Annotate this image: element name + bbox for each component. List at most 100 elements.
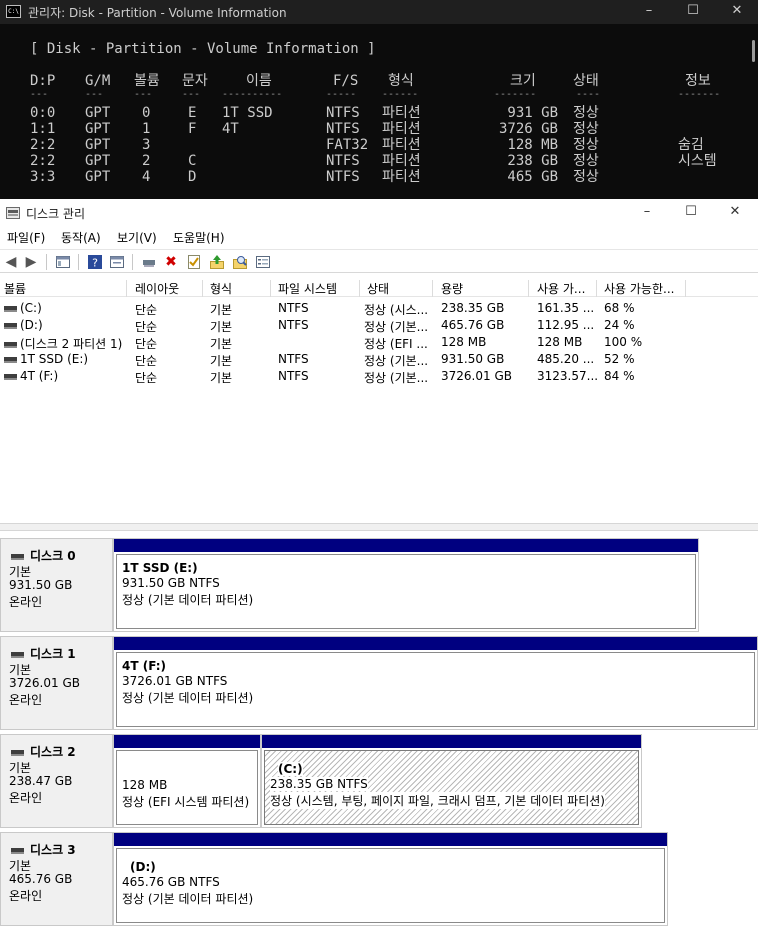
row-gm: GPT xyxy=(85,105,111,121)
disk-state: 온라인 xyxy=(9,889,43,903)
disk-0-info[interactable]: 디스크 0 기본 931.50 GB 온라인 xyxy=(0,538,113,632)
row-fs: NTFS xyxy=(326,169,360,185)
col-header-letter: 문자 xyxy=(182,73,208,89)
col-type[interactable]: 형식 xyxy=(206,280,271,297)
toolbar-separator xyxy=(132,254,133,270)
volume-row[interactable]: 1T SSD (E:) 단순 기본 NTFS 정상 (기본... 931.50 … xyxy=(0,351,758,368)
delete-icon[interactable]: ✖ xyxy=(163,254,179,270)
volume-row[interactable]: (C:) 단순 기본 NTFS 정상 (시스... 238.35 GB 161.… xyxy=(0,300,758,317)
volume-name: (디스크 2 파티션 1) xyxy=(20,337,123,351)
export-icon[interactable] xyxy=(209,254,225,270)
drive-icon xyxy=(4,305,17,312)
volume-row[interactable]: 4T (F:) 단순 기본 NTFS 정상 (기본... 3726.01 GB … xyxy=(0,368,758,385)
col-header-status: 상태 xyxy=(573,73,599,89)
row-dp: 3:3 xyxy=(30,169,56,185)
menu-file[interactable]: 파일(F) xyxy=(7,229,45,246)
col-layout[interactable]: 레이아웃 xyxy=(131,280,203,297)
row-fs: NTFS xyxy=(326,153,360,169)
volume-capacity: 128 MB xyxy=(441,335,487,349)
partition-size: 3726.01 GB NTFS xyxy=(122,674,228,688)
row-status: 정상 xyxy=(573,137,599,153)
row-status: 정상 xyxy=(573,105,599,121)
partition-header-bar xyxy=(262,735,641,748)
volume-type: 기본 xyxy=(210,320,233,334)
row-type: 파티션 xyxy=(382,169,421,185)
close-button[interactable]: ✕ xyxy=(714,0,758,24)
row-type: 파티션 xyxy=(382,105,421,121)
volume-name: (D:) xyxy=(20,318,43,332)
svg-text:?: ? xyxy=(92,257,98,270)
partition-d[interactable]: (D:) 465.76 GB NTFS 정상 (기본 데이터 파티션) xyxy=(113,832,668,926)
col-header-info: 정보 xyxy=(685,73,711,89)
minimize-button[interactable]: – xyxy=(624,199,670,227)
volume-layout: 단순 xyxy=(135,354,158,368)
col-header-size: 크기 xyxy=(510,73,536,89)
search-icon[interactable] xyxy=(232,254,248,270)
maximize-button[interactable]: ☐ xyxy=(670,0,716,24)
disk-icon xyxy=(11,553,24,560)
partition-4t-f[interactable]: 4T (F:) 3726.01 GB NTFS 정상 (기본 데이터 파티션) xyxy=(113,636,758,730)
underline-info: ------- xyxy=(678,89,721,100)
volume-free: 485.20 ... xyxy=(537,352,595,366)
col-filesystem[interactable]: 파일 시스템 xyxy=(274,280,360,297)
disk-size: 3726.01 GB xyxy=(9,676,80,690)
menu-view[interactable]: 보기(V) xyxy=(117,229,157,246)
maximize-button[interactable]: ☐ xyxy=(668,199,714,227)
volume-status: 정상 (시스... xyxy=(364,303,429,317)
col-header-dp: D:P xyxy=(30,73,56,89)
console-window: C:\ 관리자: Disk - Partition - Volume Infor… xyxy=(0,0,758,200)
row-dp: 2:2 xyxy=(30,153,56,169)
col-free-percent[interactable]: 사용 가능한... xyxy=(600,280,686,297)
row-volume: 0 xyxy=(142,105,151,121)
volume-row[interactable]: (디스크 2 파티션 1) 단순 기본 정상 (EFI ... 128 MB 1… xyxy=(0,334,758,351)
col-status[interactable]: 상태 xyxy=(363,280,433,297)
volume-type: 기본 xyxy=(210,337,233,351)
col-header-name: 이름 xyxy=(246,73,272,89)
map-drive-icon[interactable] xyxy=(141,254,157,270)
volume-name-cell: 1T SSD (E:) xyxy=(4,352,129,366)
partition-c[interactable]: (C:) 238.35 GB NTFS 정상 (시스템, 부팅, 페이지 파일,… xyxy=(261,734,642,828)
partition-efi[interactable]: 128 MB 정상 (EFI 시스템 파티션) xyxy=(113,734,261,828)
row-letter: F xyxy=(188,121,197,137)
menu-help[interactable]: 도움말(H) xyxy=(173,229,225,246)
menu-action[interactable]: 동작(A) xyxy=(61,229,101,246)
disk-3-info[interactable]: 디스크 3 기본 465.76 GB 온라인 xyxy=(0,832,113,926)
volume-layout: 단순 xyxy=(135,337,158,351)
pane-splitter[interactable] xyxy=(0,523,758,531)
list-icon[interactable] xyxy=(255,254,271,270)
volume-free: 128 MB xyxy=(537,335,583,349)
volume-free-pct: 68 % xyxy=(604,301,635,315)
underline-size: ------- xyxy=(494,89,537,100)
volume-name-cell: (D:) xyxy=(4,318,129,332)
col-volume[interactable]: 볼륨 xyxy=(0,280,127,297)
volume-name-cell: (디스크 2 파티션 1) xyxy=(4,335,129,352)
col-capacity[interactable]: 용량 xyxy=(437,280,529,297)
close-button[interactable]: ✕ xyxy=(712,199,758,227)
disk-name: 디스크 2 xyxy=(30,745,76,759)
partition-size: 128 MB xyxy=(122,778,168,792)
volume-list-header: 볼륨 레이아웃 형식 파일 시스템 상태 용량 사용 가... 사용 가능한..… xyxy=(0,279,758,297)
properties-icon[interactable] xyxy=(109,254,125,270)
volume-layout: 단순 xyxy=(135,303,158,317)
forward-arrow-icon[interactable]: ▶ xyxy=(23,254,39,270)
row-fs: NTFS xyxy=(326,105,360,121)
disk-size: 931.50 GB xyxy=(9,578,73,592)
volume-type: 기본 xyxy=(210,303,233,317)
back-arrow-icon[interactable]: ◀ xyxy=(3,254,19,270)
volume-row[interactable]: (D:) 단순 기본 NTFS 정상 (기본... 465.76 GB 112.… xyxy=(0,317,758,334)
disk-2-info[interactable]: 디스크 2 기본 238.47 GB 온라인 xyxy=(0,734,113,828)
col-free-space[interactable]: 사용 가... xyxy=(533,280,597,297)
row-name: 1T SSD xyxy=(222,105,273,121)
volume-fs: NTFS xyxy=(278,369,309,383)
partition-body-selected: (C:) 238.35 GB NTFS 정상 (시스템, 부팅, 페이지 파일,… xyxy=(264,750,639,825)
console-scrollbar[interactable] xyxy=(752,40,755,62)
console-tree-icon[interactable] xyxy=(55,254,71,270)
partition-1t-ssd-e[interactable]: 1T SSD (E:) 931.50 GB NTFS 정상 (기본 데이터 파티… xyxy=(113,538,699,632)
check-icon[interactable] xyxy=(186,254,202,270)
disk-1-info[interactable]: 디스크 1 기본 3726.01 GB 온라인 xyxy=(0,636,113,730)
volume-fs: NTFS xyxy=(278,352,309,366)
partition-label: 4T (F:) xyxy=(122,659,167,673)
volume-free-pct: 24 % xyxy=(604,318,635,332)
minimize-button[interactable]: – xyxy=(626,0,672,24)
help-icon[interactable]: ? xyxy=(87,254,103,270)
